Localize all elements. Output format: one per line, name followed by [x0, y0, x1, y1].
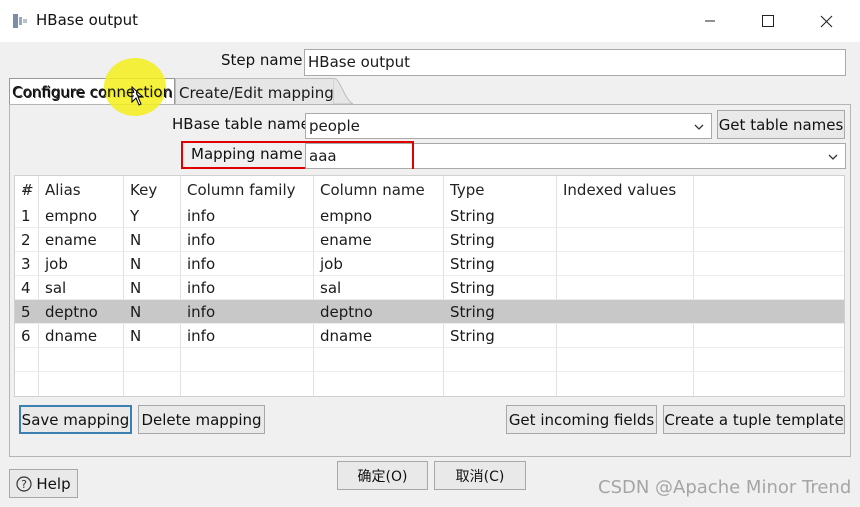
cell-num[interactable]: 6: [15, 324, 38, 348]
cell-type[interactable]: String: [444, 300, 556, 324]
cell-key[interactable]: N: [124, 276, 180, 300]
minimize-button[interactable]: [682, 5, 738, 37]
help-button[interactable]: ? Help: [9, 469, 78, 498]
header-type[interactable]: Type: [444, 176, 556, 204]
help-label: Help: [36, 474, 71, 493]
close-icon: [820, 15, 832, 27]
table-row[interactable]: 6 dname Ninfo dname String: [15, 324, 844, 348]
cell-key[interactable]: N: [124, 300, 180, 324]
close-button[interactable]: [798, 5, 854, 37]
help-icon: ?: [16, 475, 32, 492]
cell-type[interactable]: String: [444, 204, 556, 228]
chevron-down-icon: [828, 154, 838, 160]
cell-alias[interactable]: dname: [39, 324, 123, 348]
cell-type[interactable]: String: [444, 276, 556, 300]
cell-alias[interactable]: empno: [39, 204, 123, 228]
step-name-label: Step name: [221, 51, 303, 69]
cell-column-name[interactable]: empno: [314, 204, 443, 228]
step-name-input[interactable]: HBase output: [304, 49, 846, 76]
minimize-icon: [705, 20, 715, 22]
cell-key[interactable]: N: [124, 324, 180, 348]
cell-column-family[interactable]: info: [181, 324, 313, 348]
table-row[interactable]: 3 job Ninfo job String: [15, 252, 844, 276]
cell-key[interactable]: N: [124, 252, 180, 276]
mapping-name-label: Mapping name: [191, 145, 303, 163]
table-row[interactable]: 2 ename Ninfo ename String: [15, 228, 844, 252]
cell-num[interactable]: 1: [15, 204, 38, 228]
cell-column-name[interactable]: ename: [314, 228, 443, 252]
save-mapping-button[interactable]: Save mapping: [19, 405, 132, 434]
cell-indexed-values[interactable]: [557, 252, 693, 276]
cell-indexed-values[interactable]: [557, 300, 693, 324]
cell-type[interactable]: String: [444, 252, 556, 276]
tab-configure-label: Configure connection: [12, 83, 173, 101]
cell-key[interactable]: Y: [124, 204, 180, 228]
header-column-family[interactable]: Column family: [181, 176, 313, 204]
svg-text:?: ?: [21, 478, 27, 491]
hbase-table-name-combo[interactable]: people: [305, 113, 712, 139]
table-row[interactable]: 1 empno Yinfo empno String: [15, 204, 844, 228]
header-alias[interactable]: Alias: [39, 176, 123, 204]
cell-alias[interactable]: sal: [39, 276, 123, 300]
cell-indexed-values[interactable]: [557, 228, 693, 252]
maximize-button[interactable]: [740, 5, 796, 37]
cell-num[interactable]: 2: [15, 228, 38, 252]
header-key[interactable]: Key: [124, 176, 180, 204]
cell-column-name[interactable]: sal: [314, 276, 443, 300]
cell-column-family[interactable]: info: [181, 276, 313, 300]
cell-alias[interactable]: ename: [39, 228, 123, 252]
header-indexed-values[interactable]: Indexed values: [557, 176, 693, 204]
ok-button[interactable]: 确定(O): [337, 461, 428, 490]
watermark-text: CSDN @Apache Minor Trend: [598, 477, 852, 498]
chevron-down-icon: [694, 124, 704, 130]
cell-num[interactable]: 5: [15, 300, 38, 324]
cell-alias[interactable]: job: [39, 252, 123, 276]
cell-num[interactable]: 3: [15, 252, 38, 276]
delete-mapping-button[interactable]: Delete mapping: [138, 405, 265, 434]
tab-curve: [332, 77, 355, 105]
cell-alias[interactable]: deptno: [39, 300, 123, 324]
cell-num[interactable]: 4: [15, 276, 38, 300]
get-incoming-fields-button[interactable]: Get incoming fields: [506, 405, 657, 434]
cell-column-family[interactable]: info: [181, 228, 313, 252]
hbase-table-name-label: HBase table name: [172, 115, 310, 133]
create-tuple-template-button[interactable]: Create a tuple template: [663, 405, 845, 434]
hbase-table-name-value: people: [309, 117, 360, 135]
cell-column-name[interactable]: job: [314, 252, 443, 276]
mapping-name-value: aaa: [309, 147, 337, 165]
cell-indexed-values[interactable]: [557, 276, 693, 300]
sort-caret-icon: [22, 178, 31, 196]
tab-create-edit-mappings[interactable]: Create/Edit mappings: [175, 78, 342, 104]
maximize-icon: [762, 15, 774, 27]
cell-type[interactable]: String: [444, 324, 556, 348]
mapping-table[interactable]: # Alias Key Column family Column name Ty…: [14, 175, 845, 397]
cell-column-family[interactable]: info: [181, 204, 313, 228]
cell-column-family[interactable]: info: [181, 300, 313, 324]
get-table-names-button[interactable]: Get table names: [717, 110, 845, 139]
table-row[interactable]: 5 deptno Ninfo deptno String: [15, 300, 844, 324]
mapping-name-combo[interactable]: aaa: [305, 143, 846, 169]
cell-column-name[interactable]: dname: [314, 324, 443, 348]
table-row[interactable]: 4 sal Ninfo sal String: [15, 276, 844, 300]
cell-indexed-values[interactable]: [557, 204, 693, 228]
mapping-highlight-edge: [412, 141, 414, 169]
cell-indexed-values[interactable]: [557, 324, 693, 348]
cell-type[interactable]: String: [444, 228, 556, 252]
cell-key[interactable]: N: [124, 228, 180, 252]
hbase-app-icon: [12, 13, 28, 29]
window-title: HBase output: [36, 11, 139, 29]
cancel-button[interactable]: 取消(C): [434, 461, 526, 490]
cell-column-name[interactable]: deptno: [314, 300, 443, 324]
cell-column-family[interactable]: info: [181, 252, 313, 276]
header-column-name[interactable]: Column name: [314, 176, 443, 204]
